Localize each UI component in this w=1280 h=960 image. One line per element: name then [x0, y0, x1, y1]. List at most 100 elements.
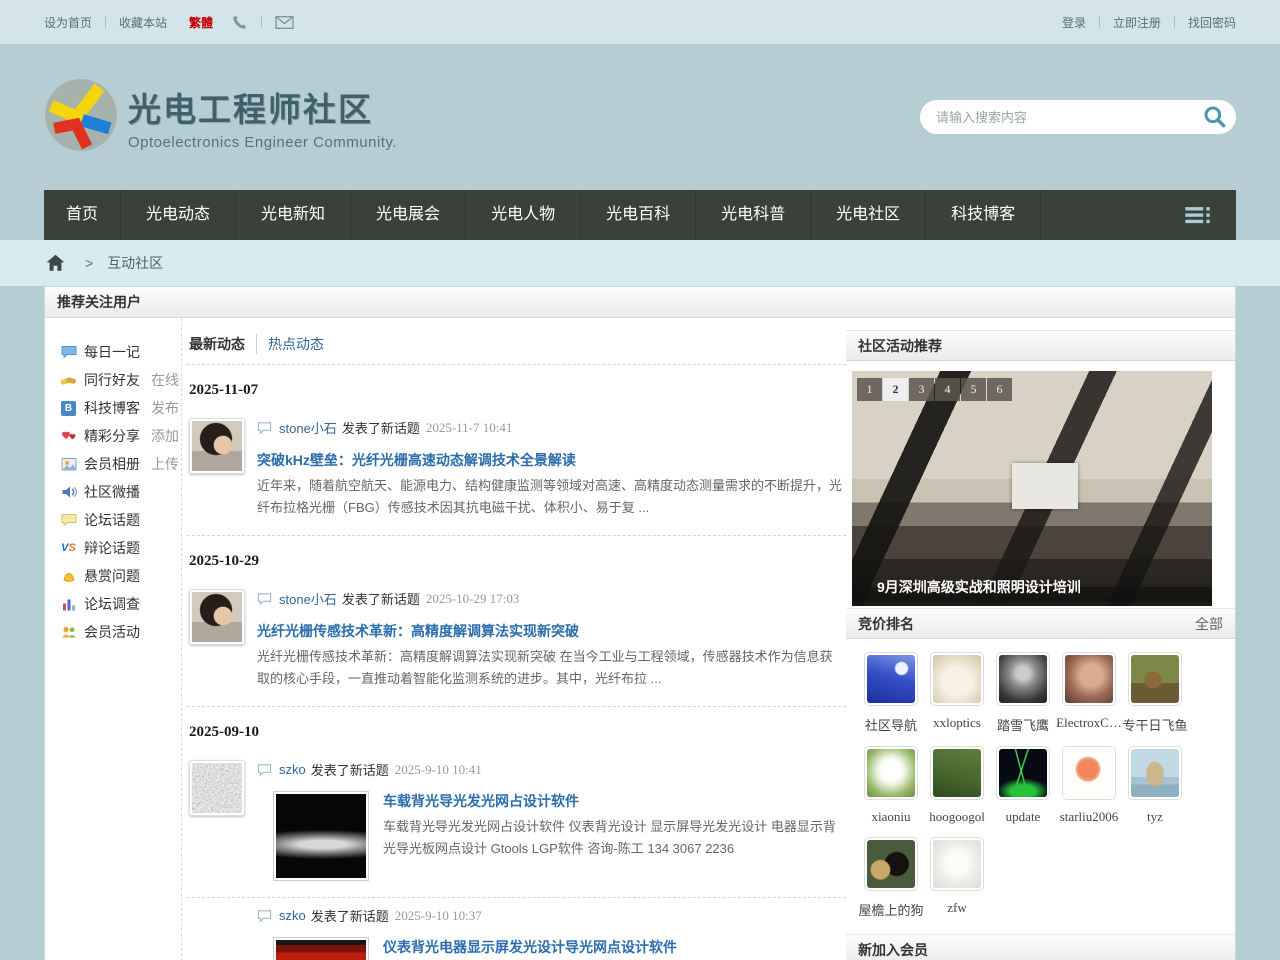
- sidebar-item-label: 论坛调查: [84, 594, 140, 614]
- user-avatar[interactable]: [930, 652, 984, 706]
- nav-item-people[interactable]: 光电人物: [466, 190, 581, 240]
- nav-item-news[interactable]: 光电动态: [121, 190, 236, 240]
- slide-button-1[interactable]: 1: [857, 378, 882, 401]
- user-avatar[interactable]: [1062, 652, 1116, 706]
- user-avatar[interactable]: [996, 746, 1050, 800]
- section-title: 社区活动推荐: [858, 331, 942, 361]
- post-user-link[interactable]: szko: [279, 762, 306, 777]
- sidebar-item-member-album[interactable]: 会员相册 上传: [59, 450, 181, 478]
- phone-icon[interactable]: [231, 14, 248, 31]
- user-avatar[interactable]: [864, 652, 918, 706]
- site-logo[interactable]: 光电工程师社区 Optoelectronics Engineer Communi…: [44, 78, 397, 157]
- sidebar-item-bounty-questions[interactable]: 悬赏问题: [59, 562, 181, 590]
- sidebar-item-member-activities[interactable]: 会员活动: [59, 618, 181, 646]
- user-avatar[interactable]: [1062, 746, 1116, 800]
- user-name[interactable]: 踏雪飞鹰: [990, 715, 1056, 734]
- search-input[interactable]: [936, 110, 1202, 125]
- home-icon[interactable]: [46, 254, 65, 272]
- feed-date-heading: 2025-11-07: [189, 382, 846, 399]
- user-avatar[interactable]: [864, 746, 918, 800]
- sidebar-item-label: 社区微播: [84, 482, 140, 502]
- breadcrumb: > 互动社区: [0, 240, 1280, 286]
- user-avatar[interactable]: [189, 418, 245, 474]
- nav-item-science[interactable]: 光电科普: [696, 190, 811, 240]
- user-avatar[interactable]: [930, 837, 984, 891]
- user-avatar[interactable]: [864, 837, 918, 891]
- user-name[interactable]: 专干日飞鱼: [1122, 715, 1188, 734]
- user-name[interactable]: hoogoogol: [924, 809, 990, 825]
- post-action: 发表了新话题: [311, 760, 389, 779]
- post-user-link[interactable]: szko: [279, 908, 306, 923]
- user-name[interactable]: ElectroxC…: [1056, 715, 1122, 731]
- nav-item-blog[interactable]: 科技博客: [926, 190, 1041, 240]
- sidebar-item-daily-note[interactable]: 每日一记: [59, 338, 181, 366]
- publish-action-link[interactable]: 发布: [151, 394, 179, 422]
- slide-button-5[interactable]: 5: [961, 378, 986, 401]
- find-password-link[interactable]: 找回密码: [1188, 14, 1236, 31]
- favorite-link[interactable]: 收藏本站: [119, 14, 167, 31]
- traditional-chinese-link[interactable]: 繁體: [189, 14, 213, 31]
- user-name[interactable]: zfw: [924, 900, 990, 916]
- user-name[interactable]: 社区导航: [858, 715, 924, 734]
- user-name[interactable]: starliu2006: [1056, 809, 1122, 825]
- slide-button-6[interactable]: 6: [987, 378, 1012, 401]
- sidebar-item-forum-survey[interactable]: 论坛调查: [59, 590, 181, 618]
- site-subtitle: Optoelectronics Engineer Community.: [128, 134, 397, 151]
- slide-button-2[interactable]: 2: [883, 378, 908, 401]
- slide-button-4[interactable]: 4: [935, 378, 960, 401]
- post-title-link[interactable]: 突破kHz壁垒：光纤光栅高速动态解调技术全景解读: [257, 450, 846, 470]
- people-icon: [59, 624, 78, 640]
- user-name[interactable]: update: [990, 809, 1056, 825]
- post-user-link[interactable]: stone小石: [279, 418, 337, 437]
- nav-item-home[interactable]: 首页: [44, 190, 121, 240]
- view-all-link[interactable]: 全部: [1195, 609, 1223, 639]
- tab-latest-activity[interactable]: 最新动态: [189, 334, 245, 354]
- tab-hot-activity[interactable]: 热点动态: [256, 334, 324, 354]
- sidebar: 每日一记 同行好友 在线 B 科技博客 发布 精彩分享 添加 会员相册 上传: [45, 318, 181, 960]
- post-thumbnail[interactable]: [273, 937, 369, 960]
- register-link[interactable]: 立即注册: [1113, 14, 1161, 31]
- user-name[interactable]: 屋檐上的狗: [858, 900, 924, 919]
- bar-chart-icon: [59, 596, 78, 612]
- sidebar-item-forum-topics[interactable]: 论坛话题: [59, 506, 181, 534]
- user-avatar[interactable]: [189, 760, 245, 816]
- mail-icon[interactable]: [275, 15, 294, 30]
- sidebar-item-community-broadcast[interactable]: 社区微播: [59, 478, 181, 506]
- comment-bubble-icon: [257, 763, 272, 776]
- sidebar-item-tech-blog[interactable]: B 科技博客 发布: [59, 394, 181, 422]
- user-name[interactable]: xxloptics: [924, 715, 990, 731]
- user-avatar[interactable]: [1128, 652, 1182, 706]
- post-title-link[interactable]: 光纤光栅传感技术革新：高精度解调算法实现新突破: [257, 621, 846, 641]
- upload-action-link[interactable]: 上传: [151, 450, 179, 478]
- activity-slider-banner[interactable]: 1 2 3 4 5 6 9月深圳高级实战和照明设计培训: [852, 371, 1212, 606]
- post-user-link[interactable]: stone小石: [279, 589, 337, 608]
- user-avatar[interactable]: [930, 746, 984, 800]
- nav-item-wiki[interactable]: 光电百科: [581, 190, 696, 240]
- sidebar-item-debate-topics[interactable]: VS 辩论话题: [59, 534, 181, 562]
- list-menu-icon[interactable]: [1184, 205, 1214, 230]
- online-action-link[interactable]: 在线: [151, 366, 179, 394]
- main-panel: 推荐关注用户 每日一记 同行好友 在线 B 科技博客 发布 精彩分享 添加: [44, 286, 1236, 960]
- post-title-link[interactable]: 仪表背光电器显示屏发光设计导光网点设计软件: [383, 937, 846, 957]
- user-avatar[interactable]: [1128, 746, 1182, 800]
- add-action-link[interactable]: 添加: [151, 422, 179, 450]
- slide-caption: 9月深圳高级实战和照明设计培训: [852, 572, 1212, 602]
- nav-item-community[interactable]: 光电社区: [811, 190, 926, 240]
- feed-post: stone小石 发表了新话题 2025-11-7 10:41 突破kHz壁垒：光…: [187, 414, 846, 536]
- search-icon[interactable]: [1202, 104, 1228, 130]
- breadcrumb-current[interactable]: 互动社区: [107, 253, 163, 273]
- user-avatar[interactable]: [189, 589, 245, 645]
- user-avatar[interactable]: [996, 652, 1050, 706]
- sidebar-item-peer-friends[interactable]: 同行好友 在线: [59, 366, 181, 394]
- nav-item-expo[interactable]: 光电展会: [351, 190, 466, 240]
- sidebar-item-great-shares[interactable]: 精彩分享 添加: [59, 422, 181, 450]
- post-thumbnail[interactable]: [273, 791, 369, 881]
- user-name[interactable]: xiaoniu: [858, 809, 924, 825]
- nav-item-knowledge[interactable]: 光电新知: [236, 190, 351, 240]
- post-title-link[interactable]: 车载背光导光发光网占设计软件: [383, 791, 846, 811]
- login-link[interactable]: 登录: [1062, 14, 1086, 31]
- slide-button-3[interactable]: 3: [909, 378, 934, 401]
- user-name[interactable]: tyz: [1122, 809, 1188, 825]
- set-home-link[interactable]: 设为首页: [44, 14, 92, 31]
- bidding-user: 社区导航: [858, 652, 924, 734]
